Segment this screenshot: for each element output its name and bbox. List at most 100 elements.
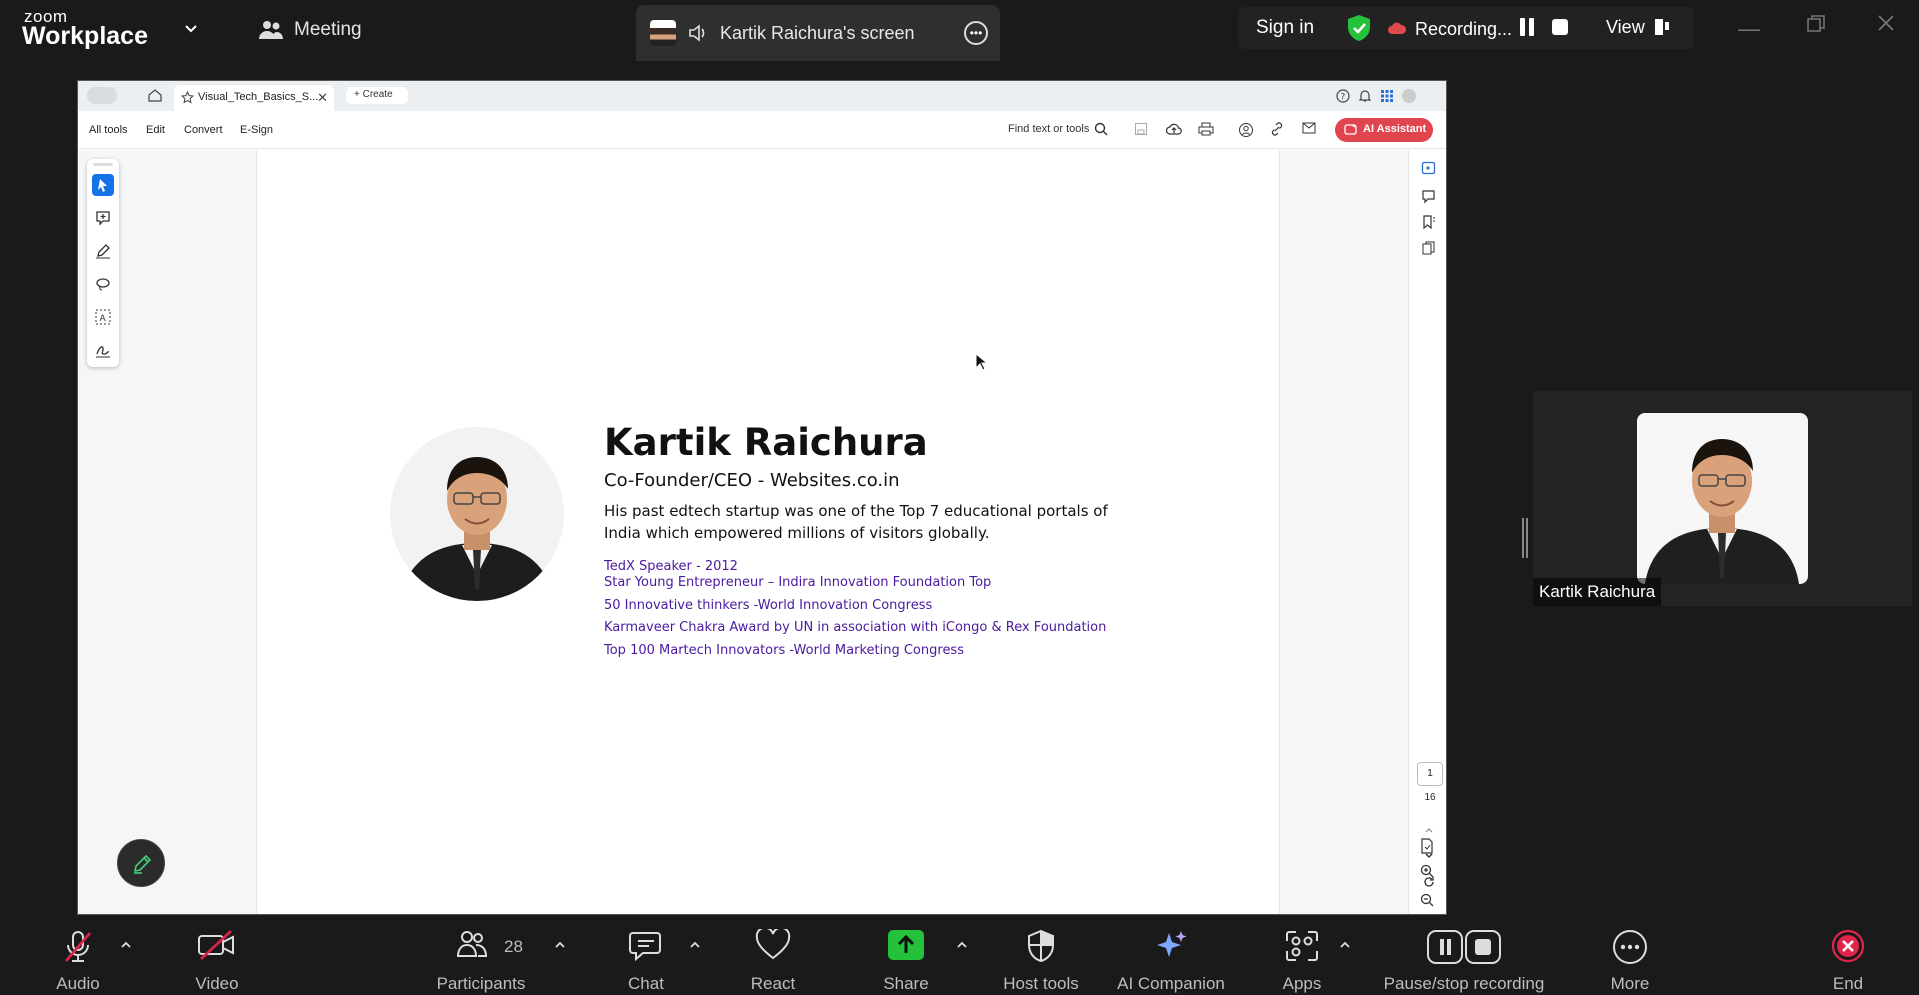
tab-list-icon[interactable] xyxy=(87,87,117,104)
speaker-role: Co-Founder/CEO - Websites.co.in xyxy=(604,470,900,491)
ai-assistant-button[interactable]: AI Assistant xyxy=(1335,118,1433,142)
end-label: End xyxy=(1832,974,1864,993)
participants-label: Participants xyxy=(436,974,526,993)
ai-assistant-label: AI Assistant xyxy=(1363,123,1427,135)
audio-button[interactable]: Audio xyxy=(38,917,118,995)
quick-tools-panel: A xyxy=(87,159,119,367)
create-tab-button[interactable]: + Create xyxy=(346,87,408,104)
achievement-item: Karmaveer Chakra Award by UN in associat… xyxy=(604,620,1107,635)
apps-caret-icon[interactable] xyxy=(1339,939,1351,951)
document-tab[interactable]: Visual_Tech_Basics_S... ✕ xyxy=(174,85,334,111)
chevron-down-icon[interactable] xyxy=(183,21,199,37)
chat-button[interactable]: Chat xyxy=(606,917,686,995)
ai-companion-button[interactable]: AI Companion xyxy=(1108,917,1234,995)
view-menu[interactable]: View xyxy=(1606,17,1645,38)
view-layout-icon[interactable] xyxy=(1654,18,1670,36)
share-caret-icon[interactable] xyxy=(956,939,968,951)
close-icon[interactable] xyxy=(1876,13,1896,33)
search-icon[interactable] xyxy=(1094,122,1110,138)
bookmark-icon[interactable] xyxy=(1421,214,1437,230)
annotate-button[interactable] xyxy=(117,839,165,887)
achievement-item: Star Young Entrepreneur – Indira Innovat… xyxy=(604,575,992,590)
menu-all-tools[interactable]: All tools xyxy=(89,124,128,136)
screen-share-indicator[interactable]: Kartik Raichura's screen ••• xyxy=(636,5,1000,61)
star-icon[interactable] xyxy=(181,91,194,104)
people-icon xyxy=(258,19,284,41)
more-button[interactable]: More xyxy=(1590,917,1670,995)
video-button[interactable]: Video xyxy=(177,917,257,995)
link-icon[interactable] xyxy=(1270,122,1286,138)
menu-edit[interactable]: Edit xyxy=(146,124,165,136)
home-icon[interactable] xyxy=(148,89,162,102)
chat-icon xyxy=(629,929,663,961)
react-button[interactable]: React xyxy=(733,917,813,995)
profile-avatar[interactable] xyxy=(1402,89,1416,103)
minimize-icon[interactable]: — xyxy=(1738,16,1760,42)
end-call-icon xyxy=(1831,929,1865,963)
restore-icon[interactable] xyxy=(1806,14,1826,34)
email-icon[interactable] xyxy=(1302,122,1318,138)
zoom-out-icon[interactable] xyxy=(1419,892,1435,908)
lasso-tool-icon[interactable] xyxy=(92,273,114,295)
participant-video-tile[interactable]: Kartik Raichura xyxy=(1533,391,1912,606)
bell-icon[interactable] xyxy=(1358,89,1372,103)
current-page-field[interactable]: 1 xyxy=(1417,762,1443,786)
participant-video xyxy=(1637,413,1808,584)
pause-stop-recording-button[interactable]: Pause/stop recording xyxy=(1374,917,1554,995)
acrobat-tab-bar: Visual_Tech_Basics_S... ✕ + Create ? xyxy=(78,81,1446,111)
sign-tool-icon[interactable] xyxy=(92,339,114,361)
panel-resize-handle[interactable] xyxy=(1522,518,1528,558)
react-label: React xyxy=(750,974,796,993)
apps-icon xyxy=(1284,929,1320,963)
heart-icon xyxy=(755,929,791,961)
menu-esign[interactable]: E-Sign xyxy=(240,124,273,136)
pages-panel-icon[interactable] xyxy=(1421,240,1437,256)
host-tools-button[interactable]: Host tools xyxy=(990,917,1092,995)
svg-text:A: A xyxy=(100,314,107,324)
apps-button[interactable]: Apps xyxy=(1262,917,1342,995)
save-icon[interactable] xyxy=(1134,122,1150,138)
pause-recording-icon[interactable] xyxy=(1520,18,1538,36)
acrobat-menu-bar: All tools Edit Convert E-Sign Find text … xyxy=(78,111,1446,149)
panel-grip[interactable] xyxy=(93,163,113,166)
right-side-panel: 1 16 xyxy=(1408,150,1446,914)
more-icon xyxy=(1612,929,1648,965)
meeting-menu[interactable]: Meeting xyxy=(258,19,362,41)
host-tools-label: Host tools xyxy=(1003,974,1079,993)
export-pdf-icon[interactable] xyxy=(1419,838,1435,854)
speaker-photo xyxy=(390,427,564,601)
mic-muted-icon xyxy=(62,929,94,965)
more-options-icon[interactable]: ••• xyxy=(964,21,988,45)
help-icon[interactable]: ? xyxy=(1336,89,1350,103)
share-user-icon[interactable] xyxy=(1238,122,1254,138)
page-up-icon[interactable] xyxy=(1421,822,1437,838)
sign-in-link[interactable]: Sign in xyxy=(1256,17,1314,39)
menu-convert[interactable]: Convert xyxy=(184,124,223,136)
participants-icon xyxy=(456,929,488,959)
cloud-record-icon xyxy=(1388,21,1406,35)
participants-caret-icon[interactable] xyxy=(554,939,566,951)
find-tools-field[interactable]: Find text or tools xyxy=(1008,123,1089,135)
ai-panel-icon[interactable] xyxy=(1421,160,1437,176)
zoom-in-icon[interactable] xyxy=(1419,863,1435,879)
audio-options-caret-icon[interactable] xyxy=(120,939,132,951)
end-button[interactable]: End xyxy=(1808,917,1888,995)
speaker-icon xyxy=(688,24,708,42)
chat-label: Chat xyxy=(628,974,664,993)
highlight-tool-icon[interactable] xyxy=(92,240,114,262)
apps-grid-icon[interactable] xyxy=(1380,89,1394,103)
stop-recording-icon[interactable] xyxy=(1552,19,1568,35)
encryption-shield-icon[interactable] xyxy=(1346,14,1372,42)
create-label: Create xyxy=(362,89,393,100)
cloud-upload-icon[interactable] xyxy=(1166,122,1182,138)
close-tab-icon[interactable]: ✕ xyxy=(317,90,328,106)
chat-caret-icon[interactable] xyxy=(689,939,701,951)
print-icon[interactable] xyxy=(1198,122,1214,138)
comment-tool-icon[interactable] xyxy=(92,207,114,229)
comments-panel-icon[interactable] xyxy=(1421,188,1437,204)
select-tool-icon[interactable] xyxy=(92,174,114,196)
text-box-tool-icon[interactable]: A xyxy=(92,306,114,328)
share-button[interactable]: Share xyxy=(866,917,946,995)
video-off-icon xyxy=(197,929,237,961)
presenter-avatar xyxy=(650,20,676,46)
